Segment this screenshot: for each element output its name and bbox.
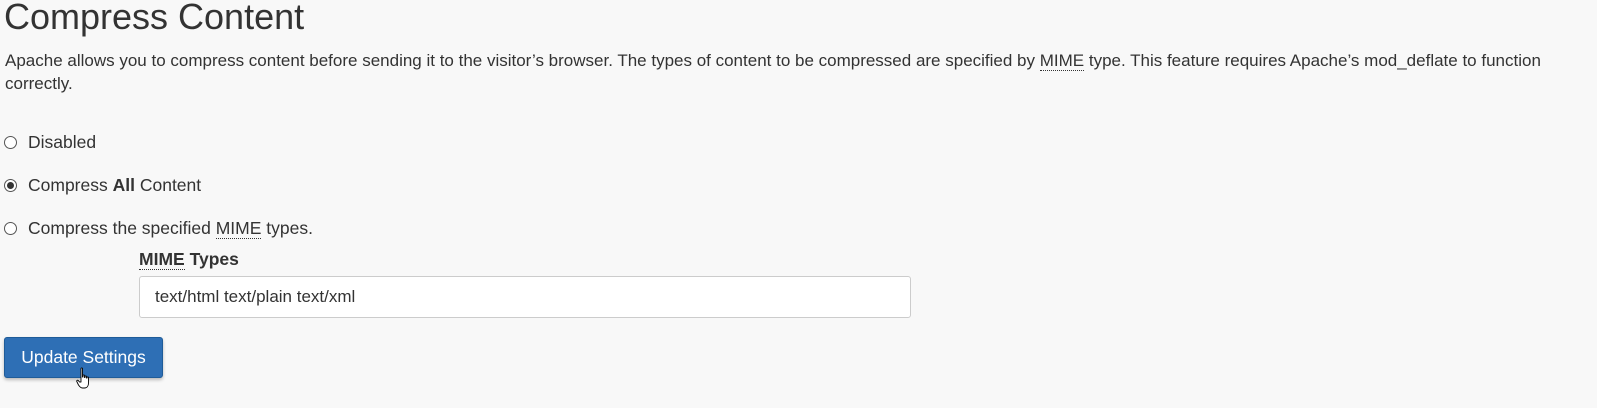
radio-compress-mime[interactable] [4, 221, 17, 235]
update-settings-button[interactable]: Update Settings [4, 337, 163, 378]
radio-disabled[interactable] [4, 135, 17, 149]
compress-content-page: Compress Content Apache allows you to co… [0, 0, 1597, 408]
description-text-start: Apache allows you to compress content be… [5, 51, 1040, 70]
mime-types-input[interactable] [139, 276, 911, 318]
radio-compress-all[interactable] [4, 178, 17, 192]
option-compress-all[interactable]: Compress All Content [4, 174, 201, 196]
option-compress-mime[interactable]: Compress the specified MIME types. [4, 217, 313, 239]
page-description: Apache allows you to compress content be… [5, 49, 1590, 95]
mime-abbr: MIME [1039, 51, 1085, 71]
mime-types-label: MIME Types [139, 248, 239, 270]
option-compress-all-emphasis: All [112, 175, 135, 195]
option-compress-all-suffix: Content [134, 175, 202, 195]
option-compress-all-prefix: Compress [28, 175, 113, 195]
option-disabled[interactable]: Disabled [4, 131, 96, 153]
mime-types-label-abbr: MIME [139, 249, 185, 270]
option-compress-mime-label: Compress the specified MIME types. [28, 217, 313, 239]
option-disabled-label: Disabled [28, 132, 97, 152]
option-compress-mime-suffix: types. [261, 218, 313, 238]
mime-types-label-suffix: Types [184, 249, 239, 269]
page-title: Compress Content [4, 0, 305, 37]
option-compress-mime-prefix: Compress the specified [28, 218, 216, 238]
option-compress-mime-abbr: MIME [215, 218, 262, 239]
option-compress-all-label: Compress All Content [28, 174, 201, 196]
